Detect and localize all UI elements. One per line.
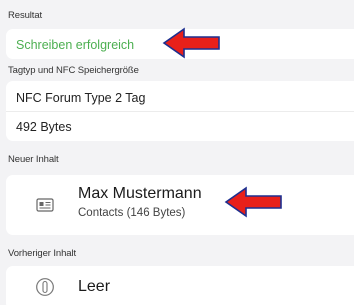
result-status-text: Schreiben erfolgreich xyxy=(16,38,135,52)
tag-size-text: 492 Bytes xyxy=(16,120,72,134)
previous-content-title: Leer xyxy=(78,278,111,295)
info-circle-icon xyxy=(35,277,55,297)
new-content-subtitle: Contacts (146 Bytes) xyxy=(78,207,186,219)
tag-info-card: NFC Forum Type 2 Tag 492 Bytes xyxy=(6,81,354,141)
new-content-title: Max Mustermann xyxy=(78,185,202,202)
new-content-card[interactable]: Max Mustermann Contacts (146 Bytes) xyxy=(6,175,354,235)
new-content-section-label: Neuer Inhalt xyxy=(8,154,59,165)
previous-content-section-label: Vorheriger Inhalt xyxy=(8,248,77,259)
previous-content-card[interactable]: Leer xyxy=(6,266,354,305)
tag-info-section-label: Tagtyp und NFC Speichergröße xyxy=(8,65,139,76)
annotation-arrow-result xyxy=(162,27,220,59)
tag-type-text: NFC Forum Type 2 Tag xyxy=(16,91,146,105)
contact-card-icon xyxy=(36,196,54,214)
result-section-label: Resultat xyxy=(8,10,43,21)
annotation-arrow-new-content xyxy=(224,186,282,218)
tag-info-divider xyxy=(6,111,354,112)
